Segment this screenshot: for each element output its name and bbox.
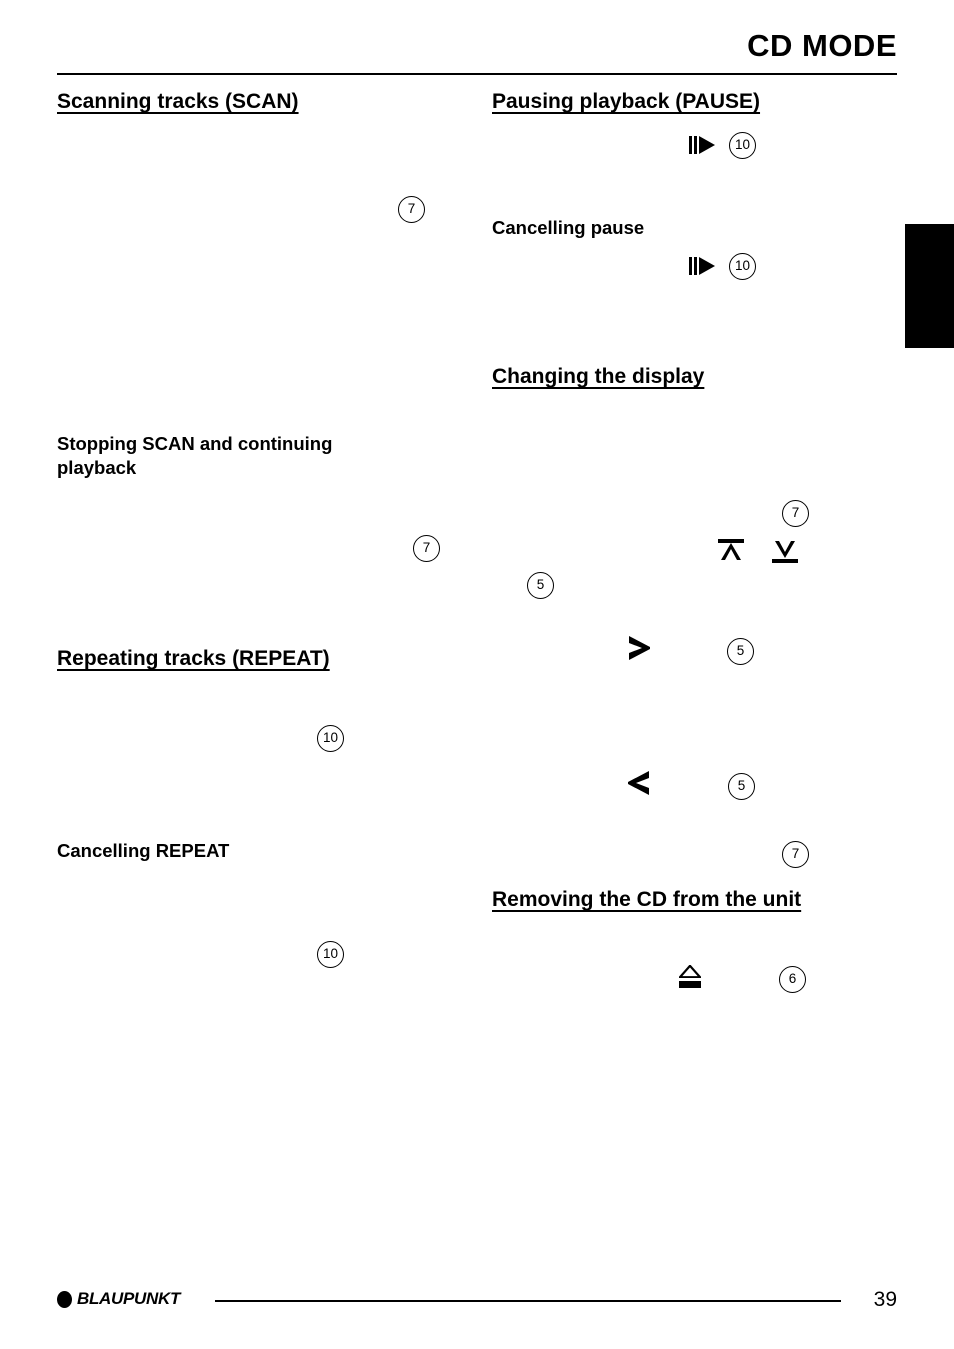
reference-marker-7: 7 xyxy=(398,196,425,223)
blaupunkt-dot-icon xyxy=(57,1290,72,1308)
reference-marker-5: 5 xyxy=(728,773,755,800)
chevron-left-icon xyxy=(626,768,652,798)
subheading-stopping-scan: Stopping SCAN and continuing playback xyxy=(57,432,437,481)
heading-pausing-playback: Pausing playback (PAUSE) xyxy=(492,90,761,113)
heading-scanning-tracks: Scanning tracks (SCAN) xyxy=(57,90,299,113)
subheading-stopping-scan-line1: Stopping SCAN and continuing xyxy=(57,433,333,454)
arrow-down-bar-icon xyxy=(771,537,799,565)
reference-marker-10: 10 xyxy=(729,253,756,280)
chapter-edge-tab xyxy=(905,224,954,348)
subheading-cancelling-pause: Cancelling pause xyxy=(492,217,645,238)
pause-play-icon xyxy=(689,256,715,276)
brand-wordmark: BLAUPUNKT xyxy=(77,1289,181,1308)
subheading-cancelling-repeat: Cancelling REPEAT xyxy=(57,840,230,861)
reference-marker-6: 6 xyxy=(779,966,806,993)
reference-marker-7: 7 xyxy=(413,535,440,562)
header-divider xyxy=(57,73,897,75)
reference-marker-5: 5 xyxy=(527,572,554,599)
reference-marker-7: 7 xyxy=(782,841,809,868)
reference-marker-10: 10 xyxy=(729,132,756,159)
manual-page: CD MODE Scanning tracks (SCAN) 7 Stoppin… xyxy=(0,0,954,1349)
reference-marker-10: 10 xyxy=(317,725,344,752)
chevron-right-icon xyxy=(626,633,652,663)
pause-play-icon xyxy=(689,135,715,155)
reference-marker-10: 10 xyxy=(317,941,344,968)
heading-changing-display: Changing the display xyxy=(492,365,705,388)
eject-icon xyxy=(677,965,703,989)
reference-marker-5: 5 xyxy=(727,638,754,665)
brand-logo: BLAUPUNKT xyxy=(57,1289,180,1309)
heading-repeating-tracks: Repeating tracks (REPEAT) xyxy=(57,647,330,670)
page-title: CD MODE xyxy=(747,28,897,63)
subheading-stopping-scan-line2: playback xyxy=(57,457,137,479)
reference-marker-7: 7 xyxy=(782,500,809,527)
footer-divider xyxy=(215,1300,841,1302)
arrow-up-bar-icon xyxy=(717,537,745,565)
page-number: 39 xyxy=(873,1288,897,1311)
heading-removing-cd: Removing the CD from the unit xyxy=(492,888,802,911)
